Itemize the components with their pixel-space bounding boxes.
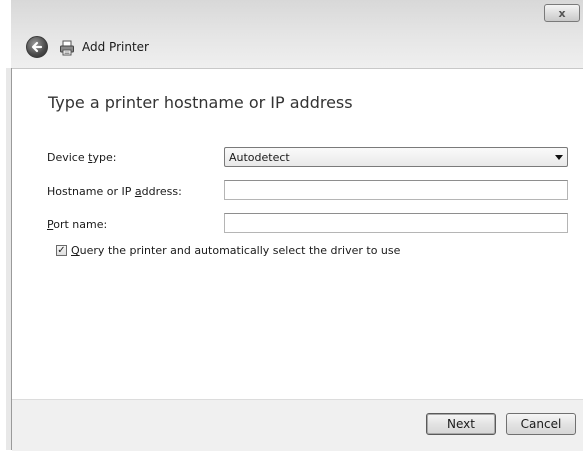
back-button[interactable] [26,36,48,58]
port-name-label: Port name: [47,218,108,231]
device-type-label: Device type: [47,151,117,164]
chevron-down-icon [555,155,563,160]
printer-icon [60,40,74,56]
window-title: Add Printer [82,40,149,54]
close-icon: x [558,6,566,20]
back-arrow-icon [31,41,43,53]
checkmark-icon: ✓ [57,244,66,256]
title-bar: x Add Printer [0,0,583,69]
device-type-selected: Autodetect [229,151,290,164]
next-button[interactable]: Next [426,413,496,435]
close-button[interactable]: x [544,4,580,22]
query-printer-checkbox[interactable]: ✓ [56,245,67,256]
query-printer-option[interactable]: ✓ Query the printer and automatically se… [56,244,400,257]
wizard-content: Type a printer hostname or IP address De… [12,69,583,399]
hostname-input[interactable] [224,180,568,200]
query-printer-label: Query the printer and automatically sele… [71,244,401,257]
window-frame-left [0,0,12,450]
hostname-label: Hostname or IP address: [47,185,182,198]
cancel-button[interactable]: Cancel [506,413,576,435]
page-heading: Type a printer hostname or IP address [48,93,353,112]
device-type-dropdown[interactable]: Autodetect [224,147,568,167]
port-name-input[interactable] [224,213,568,233]
wizard-footer: Next Cancel [12,399,583,451]
add-printer-window: x Add Printer Type a printer hostname or… [0,0,583,451]
